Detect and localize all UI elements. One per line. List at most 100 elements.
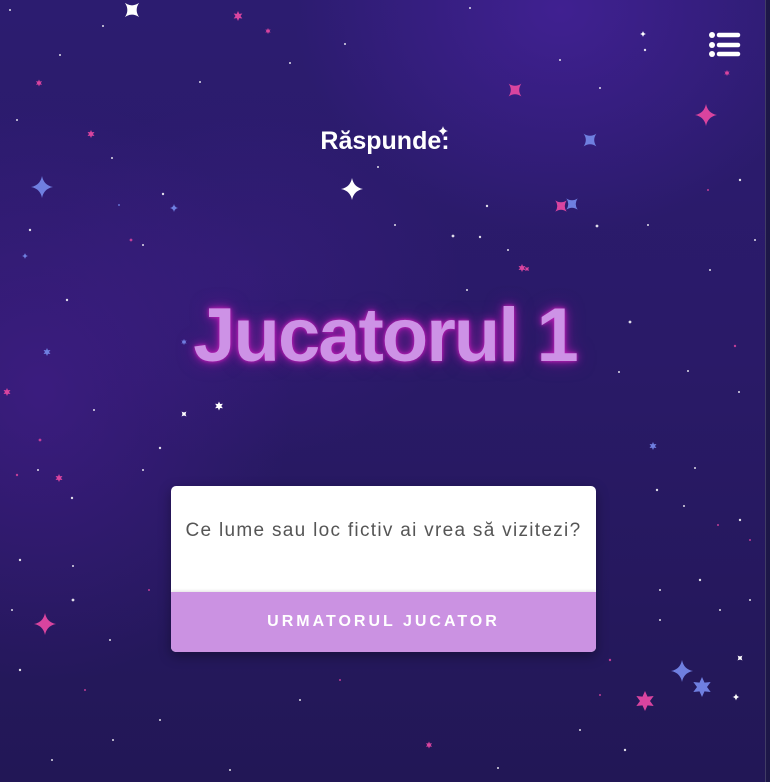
star-dot — [394, 224, 396, 226]
star-dot — [719, 609, 721, 611]
six-point-star-icon — [233, 11, 243, 21]
star-dot — [9, 9, 11, 11]
sparkle-star-icon — [22, 253, 28, 259]
star-dot — [485, 204, 489, 208]
star-dot — [694, 467, 696, 469]
star-dot — [507, 249, 509, 251]
star-dot — [93, 409, 95, 411]
sparkle-star-icon — [640, 31, 646, 37]
six-point-star-icon — [215, 401, 223, 411]
star-dot — [599, 694, 601, 696]
list-menu-icon — [709, 32, 741, 57]
starry-background: Răspunde: Jucatorul 1 Ce lume sau loc fi… — [0, 0, 770, 782]
star-dot — [71, 598, 75, 602]
star-dot — [38, 438, 42, 442]
star-dot — [608, 658, 612, 662]
star-dot — [18, 558, 22, 562]
star-dot — [451, 234, 455, 238]
star-dot — [595, 224, 599, 228]
star-dot — [623, 748, 627, 752]
star-dot — [659, 589, 661, 591]
six-point-star-icon — [636, 691, 654, 711]
star-dot — [70, 496, 74, 500]
star-dot — [109, 639, 111, 641]
star-dot — [142, 244, 144, 246]
star-dot — [16, 119, 18, 121]
star-dot — [478, 235, 482, 239]
star-dot — [647, 224, 649, 226]
star-dot — [28, 228, 32, 232]
star-dot — [738, 391, 740, 393]
six-point-star-icon — [724, 70, 730, 76]
six-point-star-icon — [3, 388, 11, 396]
star-dot — [159, 719, 161, 721]
sparkle-star-icon — [695, 104, 717, 126]
sparkle-star-icon — [170, 204, 178, 212]
sparkle-star-icon — [34, 613, 56, 635]
sparkle-star-icon — [181, 411, 187, 417]
next-player-button[interactable]: URMATORUL JUCATOR — [171, 592, 596, 652]
star-dot — [469, 7, 471, 9]
star-dot — [655, 488, 659, 492]
star-dot — [698, 578, 702, 582]
star-dot — [142, 469, 144, 471]
star-dot — [129, 238, 133, 242]
star-dot — [15, 473, 19, 477]
star-field — [3, 2, 756, 771]
six-point-star-icon — [35, 79, 43, 87]
sparkle-star-icon — [31, 176, 53, 198]
sparkle-star-icon — [671, 660, 693, 682]
star-dot — [709, 269, 711, 271]
star-dot — [377, 166, 379, 168]
menu-button[interactable] — [704, 28, 742, 60]
star-dot — [738, 178, 742, 182]
star-dot — [199, 81, 201, 83]
star-dot — [72, 565, 74, 567]
star-dot — [717, 524, 719, 526]
star-dot — [37, 469, 39, 471]
star-dot — [118, 204, 120, 206]
star-dot — [683, 505, 685, 507]
star-dot — [559, 59, 561, 61]
star-dot — [289, 62, 291, 64]
star-dot — [749, 539, 751, 541]
star-dot — [339, 679, 341, 681]
six-point-star-icon — [265, 28, 271, 34]
star-dot — [749, 599, 751, 601]
six-point-star-icon — [649, 442, 657, 450]
star-dot — [659, 619, 661, 621]
window-edge — [765, 0, 770, 782]
star-dot — [148, 589, 150, 591]
sparkle-star-icon — [124, 2, 140, 18]
sparkle-star-icon — [737, 655, 743, 661]
six-point-star-icon — [425, 741, 433, 749]
star-dot — [599, 87, 601, 89]
star-dot — [18, 668, 22, 672]
question-card: Ce lume sau loc fictiv ai vrea să vizite… — [171, 486, 596, 652]
star-dot — [344, 43, 346, 45]
star-dot — [158, 446, 162, 450]
star-dot — [299, 699, 301, 701]
star-dot — [11, 609, 13, 611]
star-dot — [643, 48, 647, 52]
star-dot — [111, 157, 113, 159]
star-dot — [161, 192, 165, 196]
sparkle-star-icon — [508, 83, 522, 97]
six-point-star-icon — [518, 264, 526, 272]
sparkle-star-icon — [732, 693, 740, 701]
star-dot — [51, 759, 53, 761]
star-dot — [84, 689, 86, 691]
star-dot — [102, 25, 104, 27]
star-dot — [112, 739, 114, 741]
current-player-name: Jucatorul 1 — [193, 293, 578, 378]
six-point-star-icon — [55, 474, 63, 482]
star-dot — [229, 769, 231, 771]
star-dot — [754, 239, 756, 241]
sparkle-star-icon — [341, 178, 363, 200]
answer-prompt-label: Răspunde: — [320, 127, 450, 155]
star-dot — [59, 54, 61, 56]
star-dot — [707, 189, 709, 191]
star-dot — [738, 518, 742, 522]
six-point-star-icon — [693, 677, 711, 697]
star-dot — [497, 767, 499, 769]
